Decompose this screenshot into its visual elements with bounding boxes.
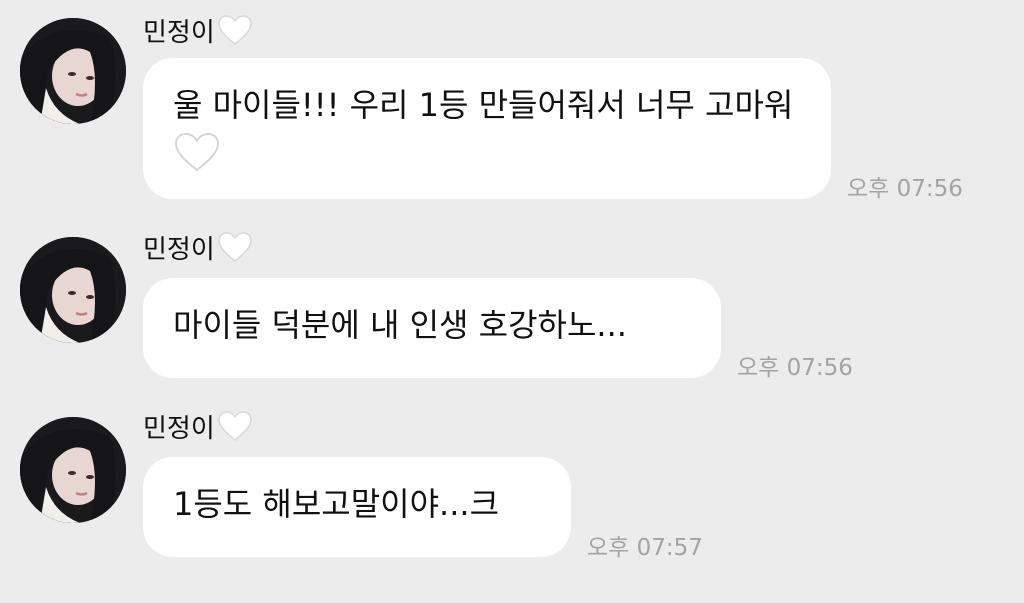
message-text: 1등도 해보고말이야...크 xyxy=(173,485,500,523)
sender-name-text: 민정이 xyxy=(143,413,215,444)
message-bubble[interactable]: 1등도 해보고말이야...크 xyxy=(143,457,571,557)
avatar[interactable] xyxy=(20,417,126,523)
avatar-photo xyxy=(20,417,126,523)
chat-room: 민정이 울 마이들!!! 우리 1등 만들어줘서 너무 고마워 오후 07:56 xyxy=(0,0,1024,603)
message-3: 민정이 1등도 해보고말이야...크 오후 07:57 xyxy=(0,0,1024,561)
message-time: 오후 07:57 xyxy=(587,535,703,561)
white-heart-icon xyxy=(217,410,253,442)
sender-name: 민정이 xyxy=(143,406,253,446)
